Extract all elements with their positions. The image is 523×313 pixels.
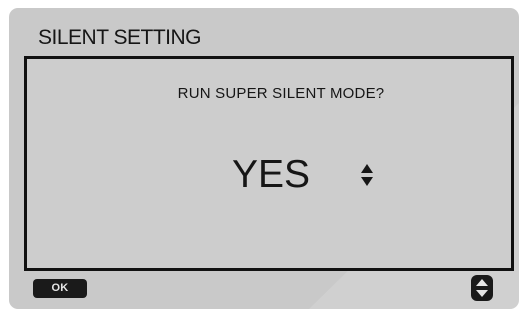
up-down-arrows-icon <box>476 279 488 297</box>
silent-mode-dialog: RUN SUPER SILENT MODE? YES <box>24 56 514 271</box>
ok-button[interactable]: OK <box>33 279 87 298</box>
adjust-button[interactable] <box>471 275 493 301</box>
page-title: SILENT SETTING <box>38 26 201 49</box>
dialog-question: RUN SUPER SILENT MODE? <box>177 85 385 102</box>
setting-value-selector[interactable]: YES <box>27 153 511 197</box>
setting-value[interactable]: YES <box>232 153 310 197</box>
controller-screen: SILENT SETTING RUN SUPER SILENT MODE? YE… <box>9 8 519 309</box>
up-down-arrows-icon[interactable] <box>360 163 374 187</box>
